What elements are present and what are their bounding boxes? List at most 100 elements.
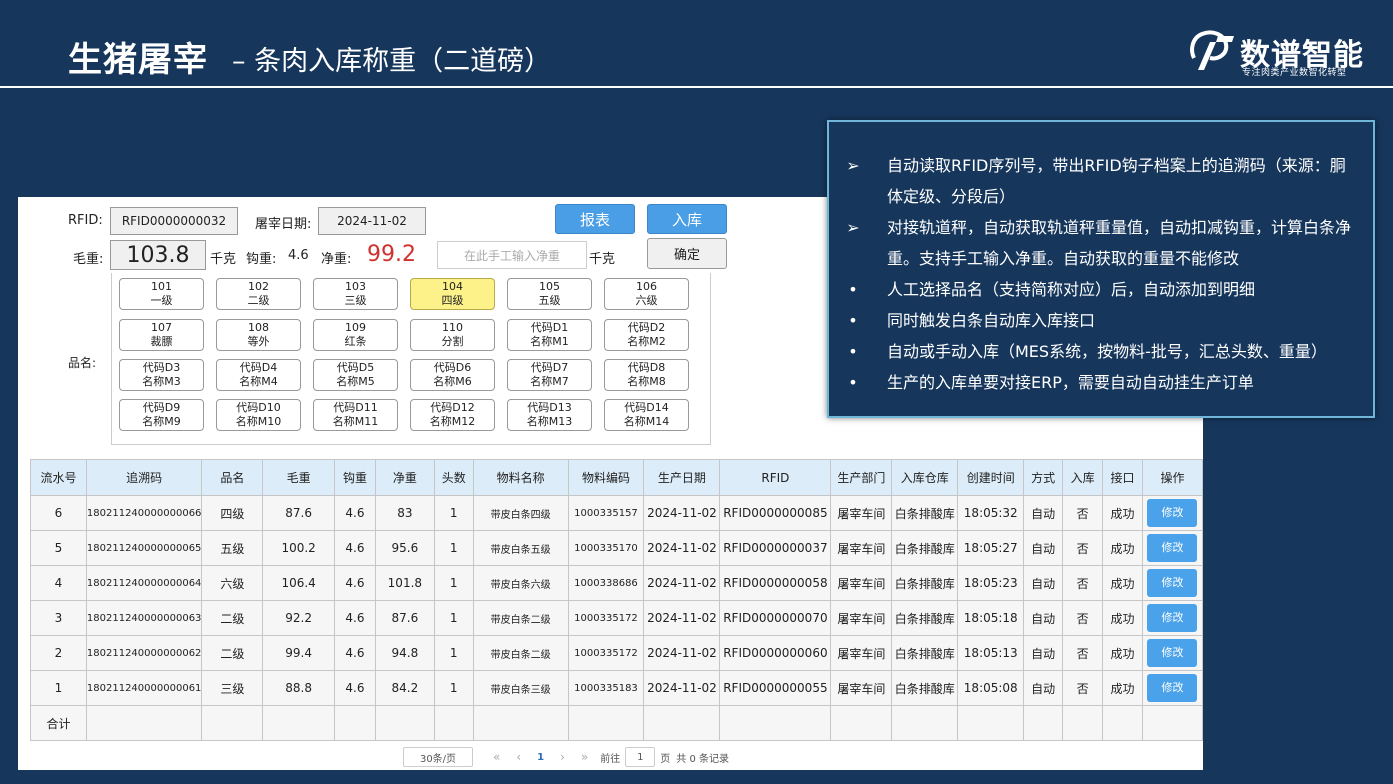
grade-button[interactable]: 105 五级: [507, 278, 592, 310]
slaughter-date-field[interactable]: 2024-11-02: [318, 207, 426, 235]
prev-page-icon[interactable]: ‹: [516, 750, 521, 764]
column-header[interactable]: 创建时间: [957, 459, 1025, 496]
grade-button[interactable]: 代码D9 名称M9: [119, 399, 204, 431]
column-header[interactable]: 接口: [1102, 459, 1143, 496]
rfid-label: RFID:: [68, 213, 103, 228]
table-cell: 白条排酸库: [891, 600, 959, 636]
table-row[interactable]: 3 180211240000000063 二级 92.2 4.6 87.6 1 带皮白条二级 1…: [30, 600, 1204, 636]
edit-button[interactable]: 修改: [1147, 604, 1198, 632]
table-cell: 180211240000000062: [85, 635, 203, 671]
grade-button[interactable]: 代码D11 名称M11: [313, 399, 398, 431]
column-header[interactable]: 钩重: [334, 459, 376, 496]
grade-button[interactable]: 代码D14 名称M14: [604, 399, 689, 431]
current-page[interactable]: 1: [537, 752, 544, 763]
column-header[interactable]: 操作: [1141, 459, 1204, 496]
grade-code: 代码D7: [530, 361, 569, 374]
column-header[interactable]: 生产部门: [830, 459, 893, 496]
table-row[interactable]: 2 180211240000000062 二级 99.4 4.6 94.8 1 带皮白条二级 1…: [30, 635, 1204, 671]
grade-name: 名称M2: [627, 335, 666, 348]
page-unit-label: 页: [660, 753, 671, 765]
edit-button[interactable]: 修改: [1147, 534, 1198, 562]
last-page-icon[interactable]: »: [581, 750, 588, 764]
grade-name: 二级: [247, 294, 270, 307]
next-page-icon[interactable]: ›: [560, 750, 565, 764]
table-cell: 100.2: [262, 530, 336, 566]
grade-name: 六级: [635, 294, 658, 307]
table-cell: 18:05:18: [957, 600, 1025, 636]
column-header[interactable]: 入库仓库: [891, 459, 959, 496]
edit-button[interactable]: 修改: [1147, 674, 1198, 702]
table-cell: 87.6: [262, 495, 336, 531]
grade-button[interactable]: 107 裁膘: [119, 319, 204, 351]
column-header[interactable]: 毛重: [262, 459, 336, 496]
grade-button[interactable]: 104 四级: [410, 278, 495, 310]
column-header[interactable]: 物料名称: [472, 459, 569, 496]
total-records: 共 0 条记录: [676, 753, 730, 765]
table-row[interactable]: 4 180211240000000064 六级 106.4 4.6 101.8 1 带皮白条六…: [30, 565, 1204, 601]
table-cell: 自动: [1023, 670, 1064, 706]
feature-note-text: 生产的入库单要对接ERP，需要自动自动挂生产订单: [887, 373, 1254, 392]
column-header[interactable]: 头数: [433, 459, 474, 496]
grade-button[interactable]: 代码D13 名称M13: [507, 399, 592, 431]
table-cell: 18:05:13: [957, 635, 1025, 671]
grade-code: 代码D8: [627, 361, 666, 374]
column-header[interactable]: 净重: [374, 459, 435, 496]
grade-button[interactable]: 代码D12 名称M12: [410, 399, 495, 431]
grade-name: 一级: [150, 294, 173, 307]
logo-slogan: 专注肉类产业数智化转型: [1242, 68, 1347, 78]
edit-button[interactable]: 修改: [1147, 499, 1198, 527]
column-header[interactable]: 生产日期: [643, 459, 721, 496]
stock-in-button[interactable]: 入库: [647, 204, 727, 234]
rfid-field[interactable]: RFID0000000032: [110, 207, 238, 235]
table-cell: 带皮白条六级: [472, 565, 569, 601]
feature-notes-list: ➢ 自动读取RFID序列号，带出RFID钩子档案上的追溯码（来源：胴体定级、分段后…: [843, 150, 1355, 398]
feature-note: • 自动或手动入库（MES系统，按物料-批号，汇总头数、重量）: [843, 336, 1355, 367]
grade-button[interactable]: 110 分割: [410, 319, 495, 351]
column-header[interactable]: 物料编码: [567, 459, 645, 496]
edit-button[interactable]: 修改: [1147, 639, 1198, 667]
column-header[interactable]: 入库: [1062, 459, 1104, 496]
goto-page-input[interactable]: 1: [625, 747, 656, 767]
page-size-select[interactable]: 30条/页: [403, 747, 473, 767]
grade-button[interactable]: 代码D4 名称M4: [216, 359, 301, 391]
grade-button[interactable]: 101 一级: [119, 278, 204, 310]
table-cell: 2024-11-02: [643, 495, 721, 531]
grade-button[interactable]: 代码D6 名称M6: [410, 359, 495, 391]
grade-button[interactable]: 108 等外: [216, 319, 301, 351]
column-header[interactable]: RFID: [719, 459, 832, 496]
table-row[interactable]: 6 180211240000000066 四级 87.6 4.6 83 1 带皮白条四级 100…: [30, 495, 1204, 531]
grade-button[interactable]: 代码D3 名称M3: [119, 359, 204, 391]
edit-button[interactable]: 修改: [1147, 569, 1198, 597]
table-row[interactable]: 5 180211240000000065 五级 100.2 4.6 95.6 1 带皮白条五级…: [30, 530, 1204, 566]
column-header[interactable]: 流水号: [30, 459, 87, 496]
table-cell: 6: [30, 495, 87, 531]
grade-code: 101: [151, 280, 172, 293]
bullet-marker: •: [848, 311, 858, 330]
grade-button[interactable]: 代码D1 名称M1: [507, 319, 592, 351]
grade-button[interactable]: 106 六级: [604, 278, 689, 310]
feature-note: ➢ 自动读取RFID序列号，带出RFID钩子档案上的追溯码（来源：胴体定级、分段后…: [843, 150, 1355, 212]
total-cell: [85, 705, 203, 741]
page-title: 生猪屠宰: [68, 40, 208, 80]
grade-button[interactable]: 109 红条: [313, 319, 398, 351]
column-header[interactable]: 品名: [201, 459, 264, 496]
manual-net-weight-input[interactable]: 在此手工输入净重: [437, 241, 587, 269]
report-button[interactable]: 报表: [555, 204, 635, 234]
table-cell: 1000335157: [567, 495, 645, 531]
table-cell: 4: [30, 565, 87, 601]
table-row[interactable]: 1 180211240000000061 三级 88.8 4.6 84.2 1 带皮白条三级 1…: [30, 670, 1204, 706]
grade-button[interactable]: 103 三级: [313, 278, 398, 310]
column-header[interactable]: 方式: [1023, 459, 1064, 496]
total-cell: [374, 705, 435, 741]
grade-button[interactable]: 代码D10 名称M10: [216, 399, 301, 431]
grade-button[interactable]: 代码D7 名称M7: [507, 359, 592, 391]
grade-button[interactable]: 代码D8 名称M8: [604, 359, 689, 391]
first-page-icon[interactable]: «: [493, 750, 500, 764]
table-cell: 4.6: [334, 600, 376, 636]
confirm-button[interactable]: 确定: [647, 238, 727, 269]
grade-button[interactable]: 代码D2 名称M2: [604, 319, 689, 351]
table-cell: 2024-11-02: [643, 530, 721, 566]
grade-button[interactable]: 代码D5 名称M5: [313, 359, 398, 391]
grade-button[interactable]: 102 二级: [216, 278, 301, 310]
column-header[interactable]: 追溯码: [85, 459, 203, 496]
